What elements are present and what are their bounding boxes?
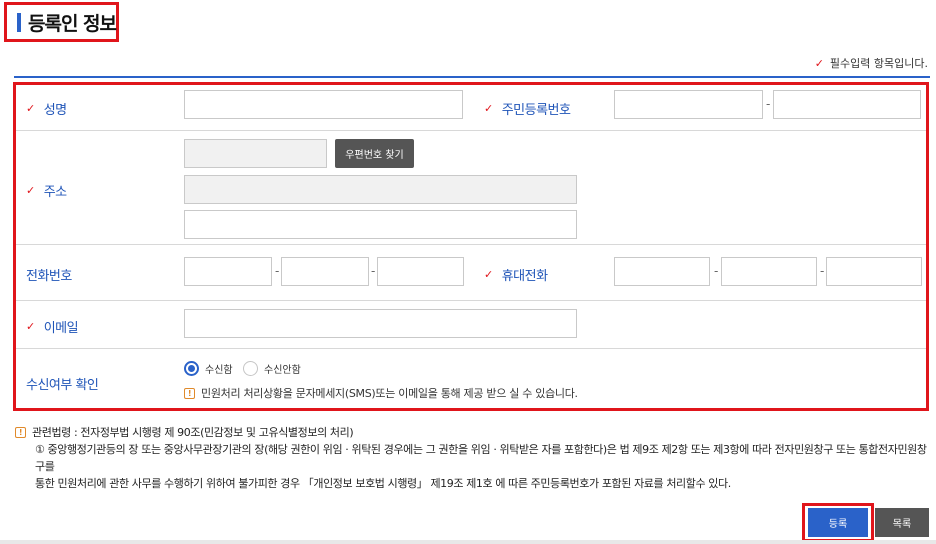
rrn-dash: - [766, 97, 771, 111]
required-check-icon: ✓ [484, 102, 493, 115]
title-bar-decoration [17, 12, 21, 32]
mobile-dash-1: - [714, 264, 719, 278]
required-check-icon: ✓ [26, 184, 35, 197]
phone-input-2[interactable] [281, 257, 369, 286]
form-row-email: ✓ 이메일 [16, 301, 926, 349]
phone-dash-1: - [275, 264, 280, 278]
name-label-text: 성명 [43, 103, 67, 118]
list-button[interactable]: 목록 [875, 508, 929, 537]
section-title-highlight: 등록인 정보 [4, 2, 119, 42]
required-note: ✓ 필수입력 항목입니다. [815, 55, 928, 71]
law-notice-head: ! 관련법령 : 전자정부법 시행령 제 90조(민감정보 및 고유식별정보의 … [15, 424, 936, 441]
phone-label: 전화번호 [26, 265, 72, 284]
mobile-dash-2: - [820, 264, 825, 278]
email-input[interactable] [184, 309, 577, 338]
mobile-input-2[interactable] [721, 257, 817, 286]
info-icon: ! [184, 387, 195, 399]
section-divider [14, 76, 930, 78]
email-label-text: 이메일 [43, 321, 79, 336]
form-row-receive: 수신여부 확인 수신함 수신안함 [16, 349, 926, 411]
receive-label-text: 수신여부 확인 [26, 378, 99, 393]
register-button[interactable]: 등록 [808, 508, 868, 537]
law-notice-line-1: ① 중앙행정기관등의 장 또는 중앙사무관장기관의 장(해당 권한이 위임 · … [35, 443, 927, 473]
mobile-input-3[interactable] [826, 257, 922, 286]
info-icon: ! [15, 427, 26, 438]
required-note-text: 필수입력 항목입니다. [829, 57, 928, 70]
radio-selected-icon[interactable] [184, 361, 199, 376]
name-label: ✓ 성명 [26, 99, 67, 118]
sms-note: ! 민원처리 처리상황을 문자메세지(SMS)또는 이메일을 통해 제공 받으 … [184, 385, 578, 401]
form-row-name: ✓ 성명 ✓ 주민등록번호 - [16, 85, 926, 131]
rrn-label: ✓ 주민등록번호 [484, 99, 571, 118]
name-input[interactable] [184, 90, 463, 119]
radio-unselected-icon[interactable] [243, 361, 258, 376]
radio-receive-yes-label: 수신함 [205, 365, 233, 376]
registrant-form: ✓ 성명 ✓ 주민등록번호 - ✓ 주소 우편번호 찾기 전화번호 - - ✓ … [13, 82, 929, 411]
phone-dash-2: - [371, 264, 376, 278]
zip-code-input[interactable] [184, 139, 327, 168]
zip-search-button[interactable]: 우편번호 찾기 [335, 139, 414, 168]
mobile-label-text: 휴대전화 [501, 269, 548, 284]
phone-label-text: 전화번호 [26, 269, 72, 284]
rrn-front-input[interactable] [614, 90, 763, 119]
footer-divider [0, 540, 936, 544]
radio-receive-no-label: 수신안함 [264, 365, 301, 376]
mobile-input-1[interactable] [614, 257, 710, 286]
law-notice-title: 관련법령 : 전자정부법 시행령 제 90조(민감정보 및 고유식별정보의 처리… [32, 426, 354, 439]
radio-receive-yes[interactable]: 수신함 [184, 361, 233, 376]
required-check-icon: ✓ [26, 102, 35, 115]
phone-input-1[interactable] [184, 257, 272, 286]
form-row-phone: 전화번호 - - ✓ 휴대전화 - - [16, 245, 926, 301]
law-notice: ! 관련법령 : 전자정부법 시행령 제 90조(민감정보 및 고유식별정보의 … [15, 424, 936, 492]
check-icon: ✓ [814, 56, 824, 70]
phone-input-3[interactable] [377, 257, 464, 286]
address-detail-input[interactable] [184, 210, 577, 239]
law-notice-line-2: 통한 민원처리에 관한 사무를 수행하기 위하여 불가피한 경우 「개인정보 보… [35, 477, 731, 490]
sms-note-text: 민원처리 처리상황을 문자메세지(SMS)또는 이메일을 통해 제공 받으 실 … [201, 387, 578, 400]
radio-receive-no[interactable]: 수신안함 [243, 361, 301, 376]
email-label: ✓ 이메일 [26, 317, 79, 336]
rrn-back-input[interactable] [773, 90, 921, 119]
address-label: ✓ 주소 [26, 181, 67, 200]
required-check-icon: ✓ [26, 320, 35, 333]
receive-label: 수신여부 확인 [26, 374, 99, 393]
address-label-text: 주소 [43, 185, 67, 200]
rrn-label-text: 주민등록번호 [501, 103, 571, 118]
address-main-input[interactable] [184, 175, 577, 204]
required-check-icon: ✓ [484, 268, 493, 281]
section-title: 등록인 정보 [28, 12, 117, 35]
form-row-address: ✓ 주소 우편번호 찾기 [16, 131, 926, 245]
mobile-label: ✓ 휴대전화 [484, 265, 548, 284]
